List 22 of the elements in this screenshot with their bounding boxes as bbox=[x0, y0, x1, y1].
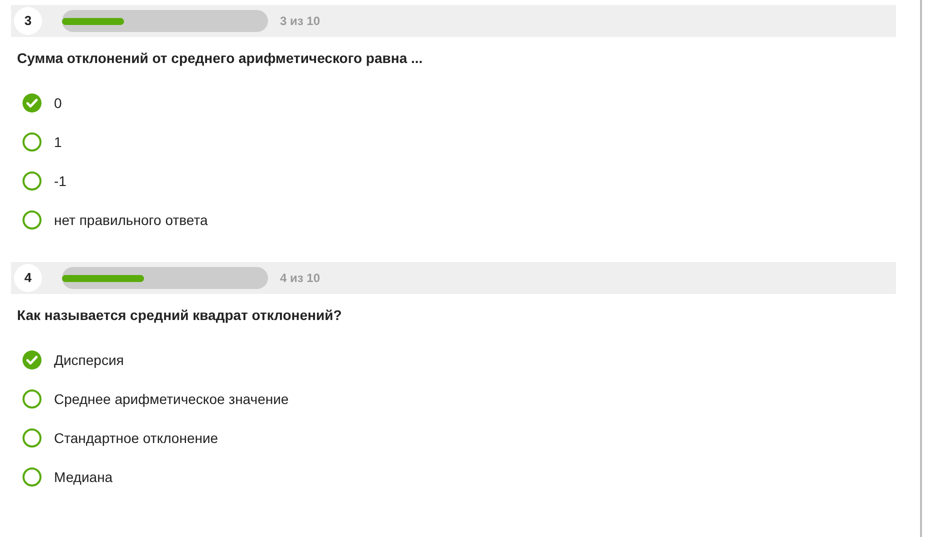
answer-option[interactable]: Среднее арифметическое значение bbox=[54, 388, 289, 410]
question-number-badge: 3 bbox=[14, 7, 42, 35]
radio-icon[interactable] bbox=[22, 171, 42, 191]
answer-option[interactable]: 0 bbox=[54, 92, 62, 114]
answer-option[interactable]: -1 bbox=[54, 170, 66, 192]
question-number-badge: 4 bbox=[14, 264, 42, 292]
radio-icon[interactable] bbox=[22, 210, 42, 230]
radio-icon[interactable] bbox=[22, 467, 42, 487]
answer-option[interactable]: 1 bbox=[54, 132, 62, 152]
answer-option[interactable]: Дисперсия bbox=[54, 350, 124, 370]
progress-counter: 3 из 10 bbox=[280, 13, 320, 30]
answer-option[interactable]: Медиана bbox=[54, 466, 113, 488]
radio-icon[interactable] bbox=[22, 389, 42, 409]
radio-icon[interactable] bbox=[22, 132, 42, 152]
radio-icon[interactable] bbox=[22, 428, 42, 448]
answer-option[interactable]: Стандартное отклонение bbox=[54, 428, 218, 448]
checked-radio-icon[interactable] bbox=[22, 93, 42, 113]
checked-radio-icon[interactable] bbox=[22, 350, 42, 370]
question-text: Как называется средний квадрат отклонений? bbox=[17, 306, 343, 325]
question-text: Сумма отклонений от среднего арифметического равна ... bbox=[17, 49, 424, 68]
progress-counter: 4 из 10 bbox=[280, 270, 320, 287]
answer-option[interactable]: нет правильного ответа bbox=[54, 210, 208, 230]
